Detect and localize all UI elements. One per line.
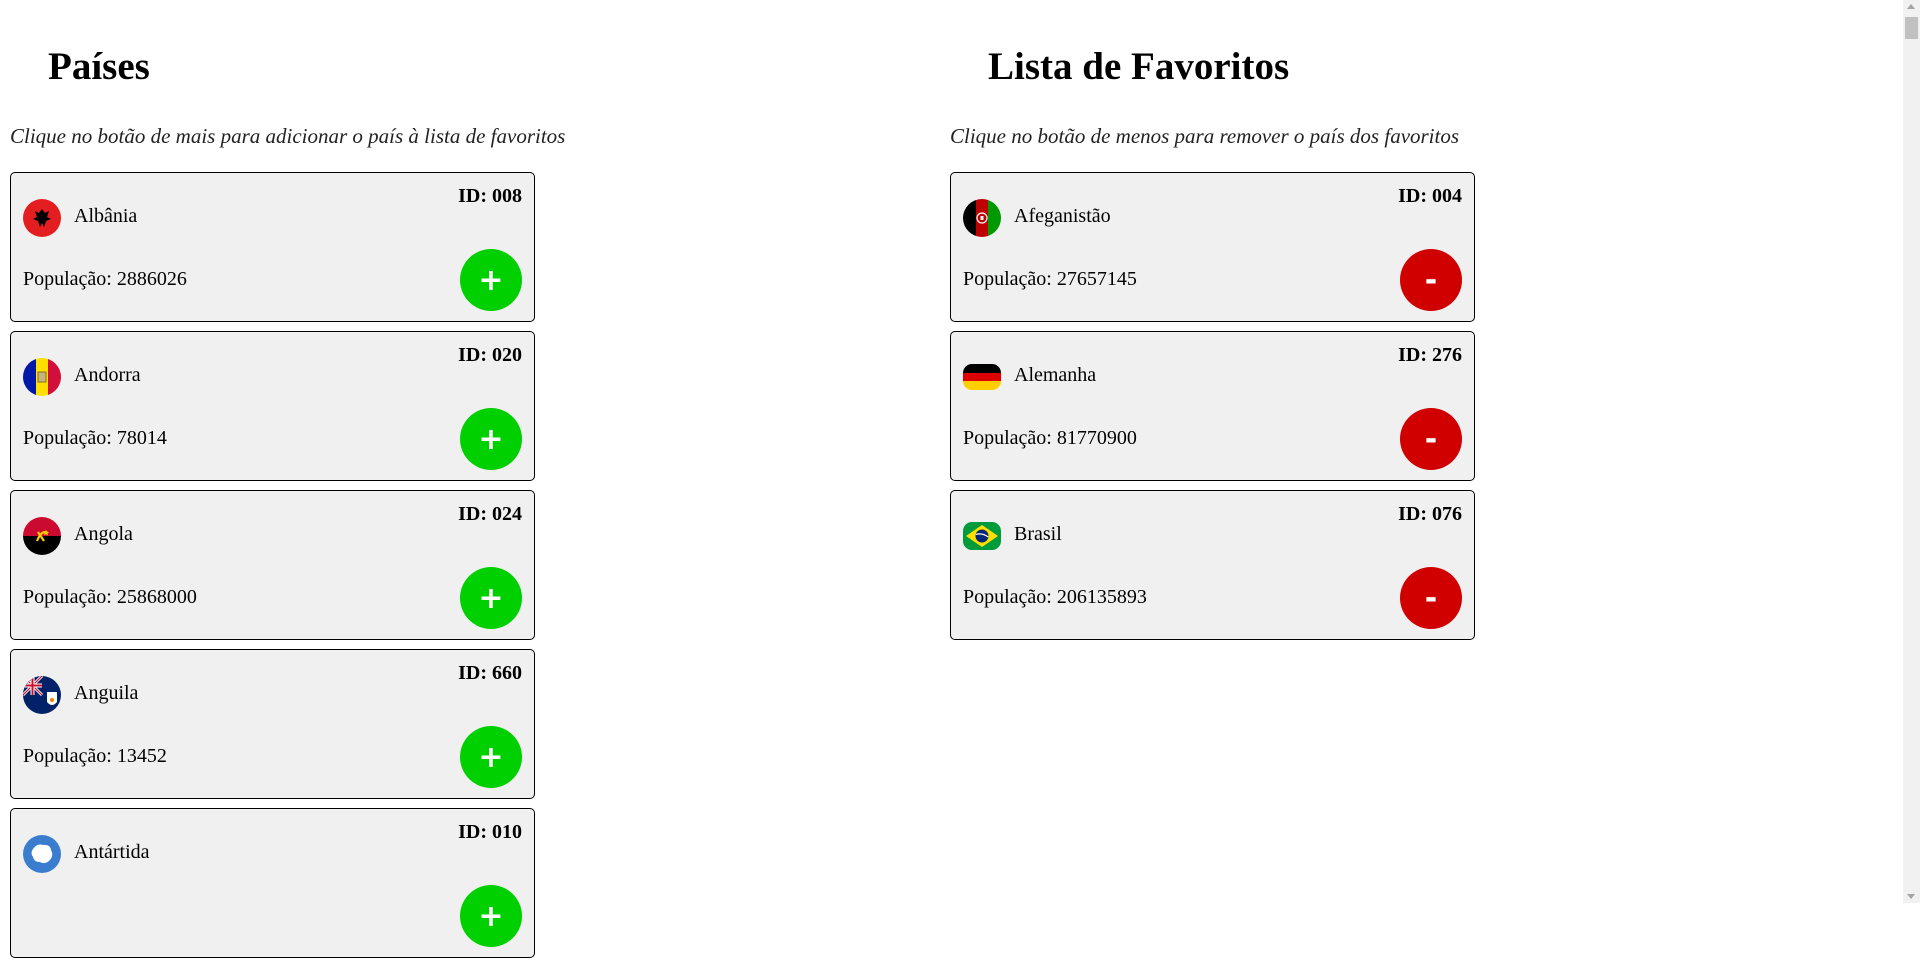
angola-flag-icon <box>23 517 61 555</box>
country-name: Afeganistão <box>1014 205 1111 227</box>
add-favorite-button[interactable]: + <box>460 249 522 311</box>
country-card-andorra: ID: 020 Andorra População: 78014 + <box>10 331 535 481</box>
country-population: População: 2886026 <box>23 268 187 290</box>
favorite-card-germany: ID: 276 Alemanha População: 81770900 - <box>950 331 1475 481</box>
favorite-card-brazil: ID: 076 Brasil População: 206135893 - <box>950 490 1475 640</box>
scroll-up-arrow-icon[interactable] <box>1907 4 1915 9</box>
country-id: ID: 010 <box>458 821 522 843</box>
country-population: População: 27657145 <box>963 268 1137 290</box>
countries-list: ID: 008 Albânia População: 2886026 + ID:… <box>10 172 535 967</box>
scroll-down-arrow-icon[interactable] <box>1907 894 1915 899</box>
country-id: ID: 024 <box>458 503 522 525</box>
favorite-card-afghanistan: ID: 004 Afeganistão População: 27657145 … <box>950 172 1475 322</box>
andorra-flag-icon <box>23 358 61 396</box>
favorites-instructions: Clique no botão de menos para remover o … <box>950 124 1460 148</box>
country-name: Angola <box>74 523 133 545</box>
country-card-angola: ID: 024 Angola População: 25868000 + <box>10 490 535 640</box>
country-id: ID: 660 <box>458 662 522 684</box>
germany-flag-icon <box>963 364 1001 390</box>
country-population: População: 81770900 <box>963 427 1137 449</box>
country-id: ID: 004 <box>1398 185 1462 207</box>
country-name: Albânia <box>74 205 138 227</box>
country-id: ID: 020 <box>458 344 522 366</box>
page-scrollbar[interactable] <box>1903 0 1920 903</box>
albania-flag-icon <box>23 199 61 237</box>
favorites-title: Lista de Favoritos <box>988 45 1290 88</box>
anguilla-flag-icon <box>23 676 61 714</box>
country-population: População: 206135893 <box>963 586 1147 608</box>
add-favorite-button[interactable]: + <box>460 408 522 470</box>
favorites-list: ID: 004 Afeganistão População: 27657145 … <box>950 172 1475 649</box>
country-id: ID: 008 <box>458 185 522 207</box>
country-id: ID: 076 <box>1398 503 1462 525</box>
country-card-anguilla: ID: 660 Anguila População: 13452 + <box>10 649 535 799</box>
country-name: Antártida <box>74 841 150 863</box>
afghanistan-flag-icon <box>963 199 1001 237</box>
countries-title: Países <box>48 45 150 88</box>
country-population: População: 25868000 <box>23 586 197 608</box>
country-name: Andorra <box>74 364 141 386</box>
countries-instructions: Clique no botão de mais para adicionar o… <box>10 124 566 148</box>
remove-favorite-button[interactable]: - <box>1400 408 1462 470</box>
add-favorite-button[interactable]: + <box>460 567 522 629</box>
brazil-flag-icon <box>963 522 1001 550</box>
country-population: População: 13452 <box>23 745 167 767</box>
scrollbar-thumb[interactable] <box>1905 17 1918 39</box>
country-name: Anguila <box>74 682 139 704</box>
country-id: ID: 276 <box>1398 344 1462 366</box>
add-favorite-button[interactable]: + <box>460 726 522 788</box>
add-favorite-button[interactable]: + <box>460 885 522 947</box>
remove-favorite-button[interactable]: - <box>1400 249 1462 311</box>
remove-favorite-button[interactable]: - <box>1400 567 1462 629</box>
country-name: Alemanha <box>1014 364 1097 386</box>
country-name: Brasil <box>1014 523 1062 545</box>
country-card-antarctica: ID: 010 Antártida + <box>10 808 535 958</box>
country-population: População: 78014 <box>23 427 167 449</box>
antarctica-flag-icon <box>23 835 61 873</box>
country-card-albania: ID: 008 Albânia População: 2886026 + <box>10 172 535 322</box>
